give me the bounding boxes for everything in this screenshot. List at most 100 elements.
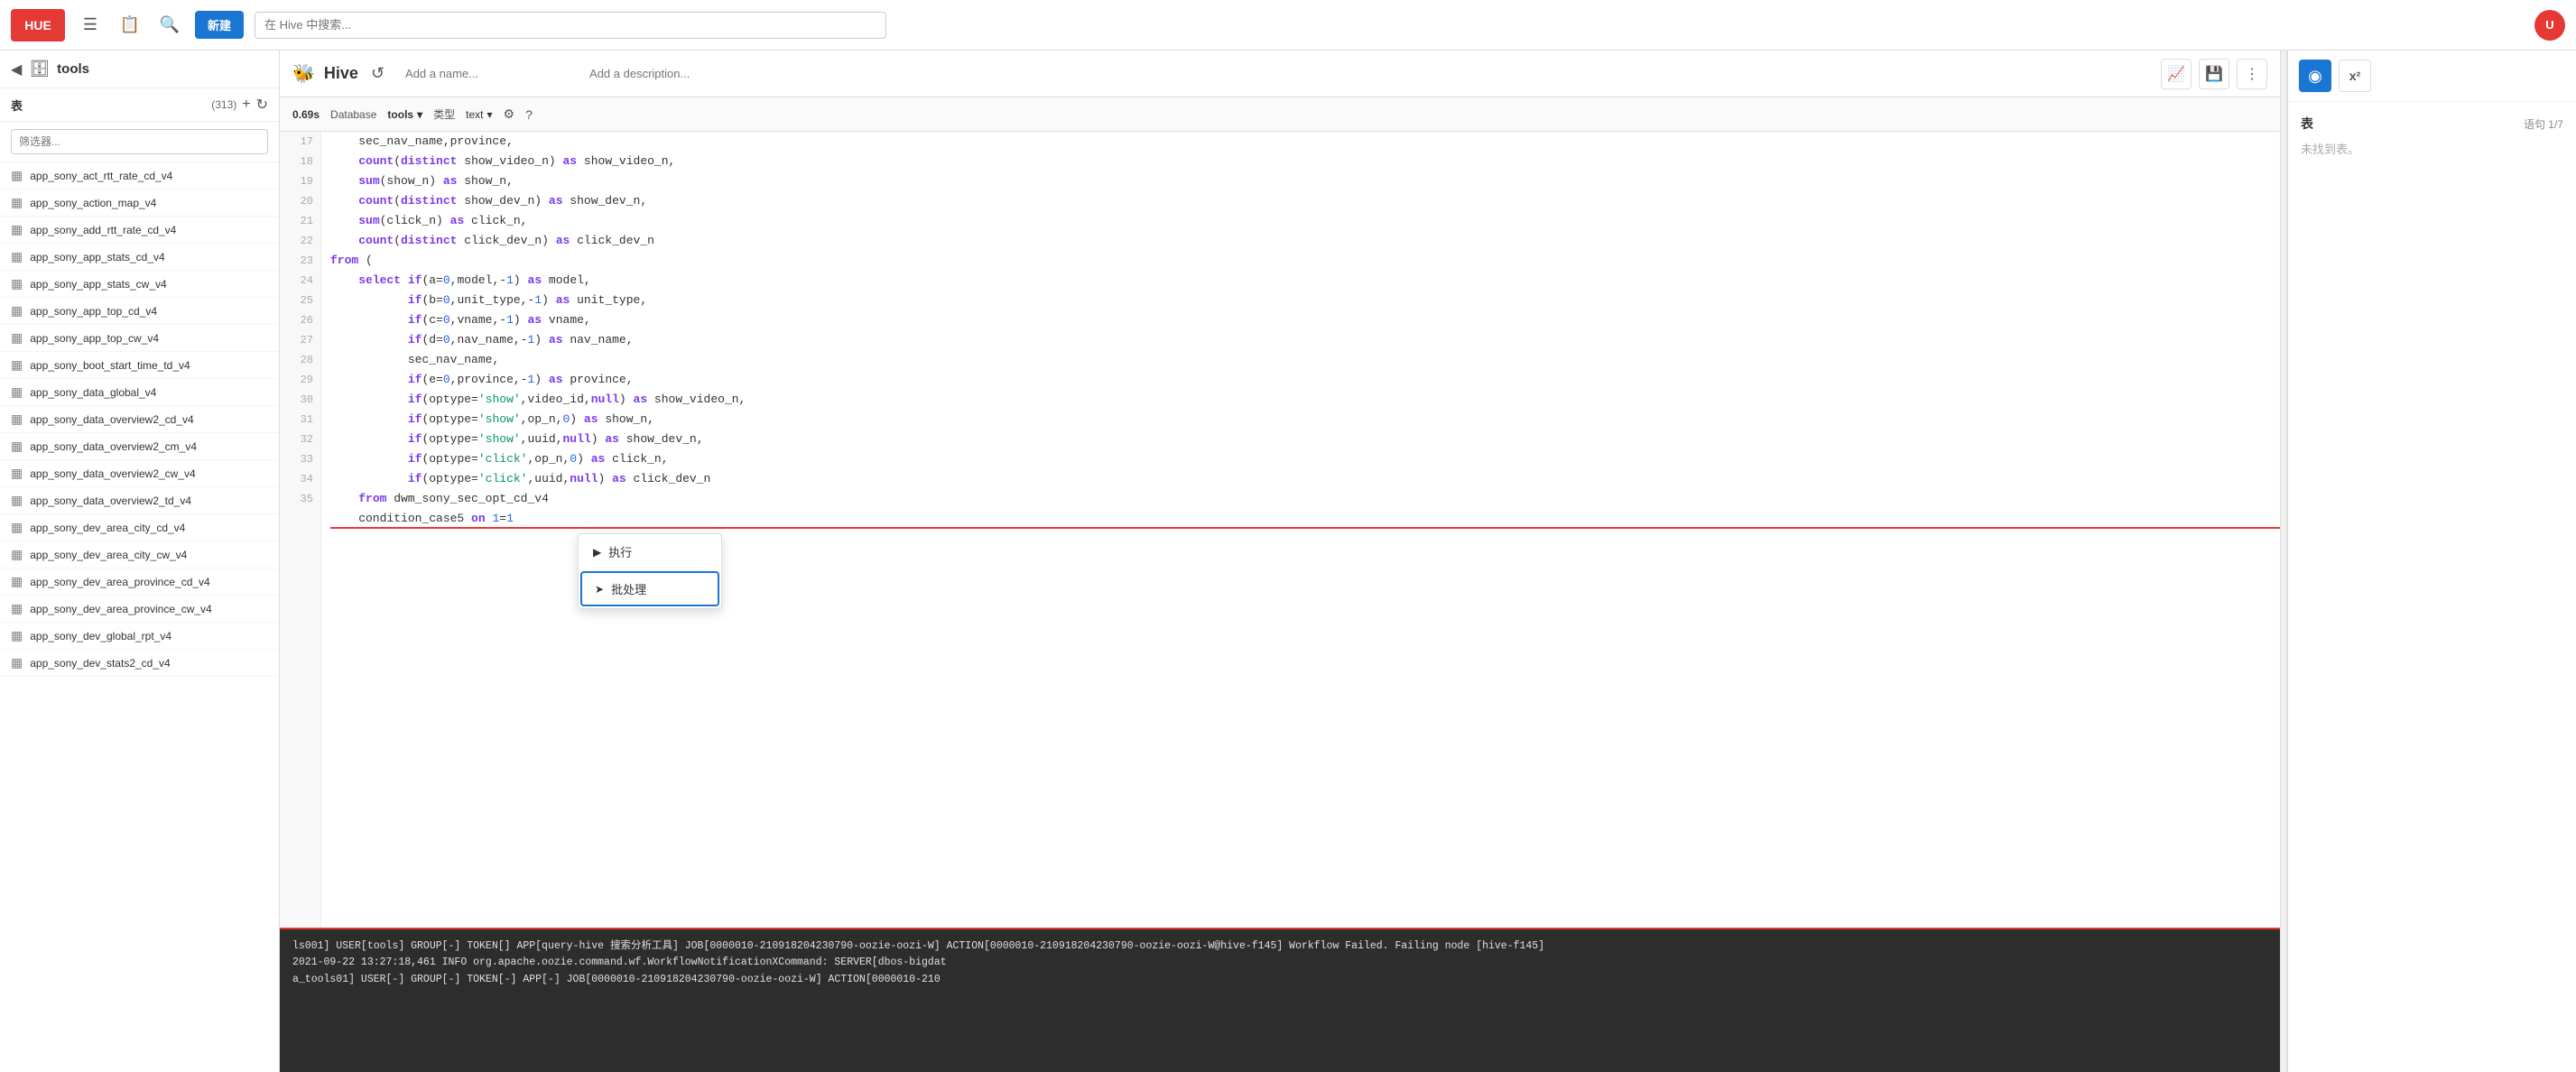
help-icon-button[interactable]: ? [525,107,533,122]
code-line[interactable]: if(optype='show',op_n,0) as show_n, [330,410,2280,430]
code-content[interactable]: sec_nav_name,province, count(distinct sh… [321,132,2280,928]
code-line[interactable]: from ( [330,251,2280,271]
code-line[interactable]: if(b=0,unit_type,-1) as unit_type, [330,291,2280,310]
query-name-input[interactable] [397,60,572,88]
table-icon: ▦ [11,493,23,508]
sidebar: ◀ 🗄 tools 表 (313) + ↻ ▦app_sony_act_rtt_… [0,51,280,1072]
type-label: 类型 [433,106,455,122]
sidebar-header: ◀ 🗄 tools [0,51,279,88]
code-line[interactable]: count(distinct click_dev_n) as click_dev… [330,231,2280,251]
code-line[interactable]: if(optype='click',op_n,0) as click_n, [330,449,2280,469]
sidebar-list-item[interactable]: ▦app_sony_app_stats_cw_v4 [0,271,279,298]
sidebar-list-item[interactable]: ▦app_sony_dev_area_city_cw_v4 [0,541,279,568]
sidebar-back-button[interactable]: ◀ [11,60,22,79]
database-value: tools [387,108,413,121]
database-select[interactable]: tools ▾ [387,108,422,121]
type-select[interactable]: text ▾ [466,108,492,121]
editor-toolbar-right: 📈 💾 ⋮ [2161,59,2267,89]
sidebar-list-item[interactable]: ▦app_sony_action_map_v4 [0,189,279,217]
sidebar-list-item[interactable]: ▦app_sony_dev_area_city_cd_v4 [0,514,279,541]
line-number: 30 [280,390,320,410]
hive-icon: 🐝 [292,62,315,85]
table-icon: ▦ [11,357,23,373]
sidebar-list-item[interactable]: ▦app_sony_dev_stats2_cd_v4 [0,650,279,677]
search-icon-btn[interactable]: 🔍 [155,11,184,40]
line-number: 19 [280,171,320,191]
save-button[interactable]: 💾 [2199,59,2229,89]
right-panel: ◉ x² 表 语句 1/7 未找到表。 [2287,51,2576,1072]
search-input[interactable] [255,12,886,39]
code-line[interactable]: count(distinct show_video_n) as show_vid… [330,152,2280,171]
files-icon-btn[interactable]: 📋 [116,11,144,40]
table-name: app_sony_app_top_cd_v4 [30,305,157,318]
line-number: 29 [280,370,320,390]
batch-icon: ➤ [595,583,604,596]
batch-menu-item[interactable]: ➤ 批处理 [580,571,719,606]
sidebar-list-item[interactable]: ▦app_sony_data_global_v4 [0,379,279,406]
x2-button[interactable]: x² [2339,60,2371,92]
sidebar-list-item[interactable]: ▦app_sony_dev_area_province_cd_v4 [0,568,279,596]
sidebar-list-item[interactable]: ▦app_sony_data_overview2_cd_v4 [0,406,279,433]
code-line[interactable]: sec_nav_name, [330,350,2280,370]
sidebar-list-item[interactable]: ▦app_sony_app_top_cw_v4 [0,325,279,352]
line-number: 28 [280,350,320,370]
vertical-divider[interactable] [2280,51,2287,1072]
execute-menu-item[interactable]: ▶ 执行 [579,534,721,569]
code-line[interactable]: if(optype='show',video_id,null) as show_… [330,390,2280,410]
batch-label: 批处理 [611,580,646,597]
table-name: app_sony_add_rtt_rate_cd_v4 [30,224,176,236]
undo-button[interactable]: ↺ [367,60,388,87]
sidebar-list-item[interactable]: ▦app_sony_data_overview2_cw_v4 [0,460,279,487]
sidebar-list-item[interactable]: ▦ app_sony_app_top_cd_v4 [0,298,279,325]
context-menu: ▶ 执行 ➤ 批处理 [578,533,722,609]
code-line[interactable]: if(c=0,vname,-1) as vname, [330,310,2280,330]
code-editor[interactable]: 17181920212223242526272829303132333435 s… [280,132,2280,928]
editor-toolbar: 🐝 Hive ↺ 📈 💾 ⋮ [280,51,2280,97]
table-name: app_sony_dev_area_province_cd_v4 [30,576,209,588]
editor-area: 🐝 Hive ↺ 📈 💾 ⋮ 0.69s Database tools ▾ 类型… [280,51,2280,1072]
query-desc-input[interactable] [581,60,2152,88]
code-line[interactable]: if(e=0,province,-1) as province, [330,370,2280,390]
code-line[interactable]: if(d=0,nav_name,-1) as nav_name, [330,330,2280,350]
code-line[interactable]: sum(click_n) as click_n, [330,211,2280,231]
more-options-button[interactable]: ⋮ [2237,59,2267,89]
sidebar-list-item[interactable]: ▦app_sony_app_stats_cd_v4 [0,244,279,271]
refresh-tables-button[interactable]: ↻ [256,96,268,114]
table-icon: ▦ [11,520,23,535]
bottom-log: ls001] USER[tools] GROUP[-] TOKEN[] APP[… [280,928,2280,1072]
code-line[interactable]: select if(a=0,model,-1) as model, [330,271,2280,291]
code-line[interactable]: if(optype='show',uuid,null) as show_dev_… [330,430,2280,449]
assist-button[interactable]: ◉ [2299,60,2331,92]
right-panel-empty-text: 未找到表。 [2301,140,2563,157]
code-line[interactable]: if(optype='click',uuid,null) as click_de… [330,469,2280,489]
sidebar-list-item[interactable]: ▦app_sony_data_overview2_td_v4 [0,487,279,514]
code-line[interactable]: sec_nav_name,province, [330,132,2280,152]
code-line[interactable]: sum(show_n) as show_n, [330,171,2280,191]
table-icon: ▦ [11,303,23,319]
main-layout: ◀ 🗄 tools 表 (313) + ↻ ▦app_sony_act_rtt_… [0,51,2576,1072]
table-icon: ▦ [11,466,23,481]
settings-icon-button[interactable]: ⚙ [504,106,515,122]
new-button[interactable]: 新建 [195,11,244,39]
sidebar-list-item[interactable]: ▦app_sony_add_rtt_rate_cd_v4 [0,217,279,244]
sidebar-list-item[interactable]: ▦app_sony_dev_global_rpt_v4 [0,623,279,650]
line-number: 33 [280,449,320,469]
error-code-line[interactable]: condition_case5 on 1=1 [330,509,2280,529]
menu-icon-btn[interactable]: ☰ [76,11,105,40]
table-icon: ▦ [11,384,23,400]
code-lines: 17181920212223242526272829303132333435 s… [280,132,2280,928]
sidebar-list-item[interactable]: ▦app_sony_boot_start_time_td_v4 [0,352,279,379]
sidebar-list-item[interactable]: ▦app_sony_data_overview2_cm_v4 [0,433,279,460]
add-table-button[interactable]: + [242,97,250,113]
user-avatar[interactable]: U [2534,10,2565,41]
table-name: app_sony_app_stats_cd_v4 [30,251,164,263]
chart-button[interactable]: 📈 [2161,59,2191,89]
code-line[interactable]: count(distinct show_dev_n) as show_dev_n… [330,191,2280,211]
table-icon: ▦ [11,330,23,346]
filter-input[interactable] [11,129,268,154]
sidebar-list-item[interactable]: ▦app_sony_act_rtt_rate_cd_v4 [0,162,279,189]
table-icon: ▦ [11,601,23,616]
sidebar-list-item[interactable]: ▦app_sony_dev_area_province_cw_v4 [0,596,279,623]
code-line[interactable]: from dwm_sony_sec_opt_cd_v4 [330,489,2280,509]
tables-count: (313) [211,98,236,111]
